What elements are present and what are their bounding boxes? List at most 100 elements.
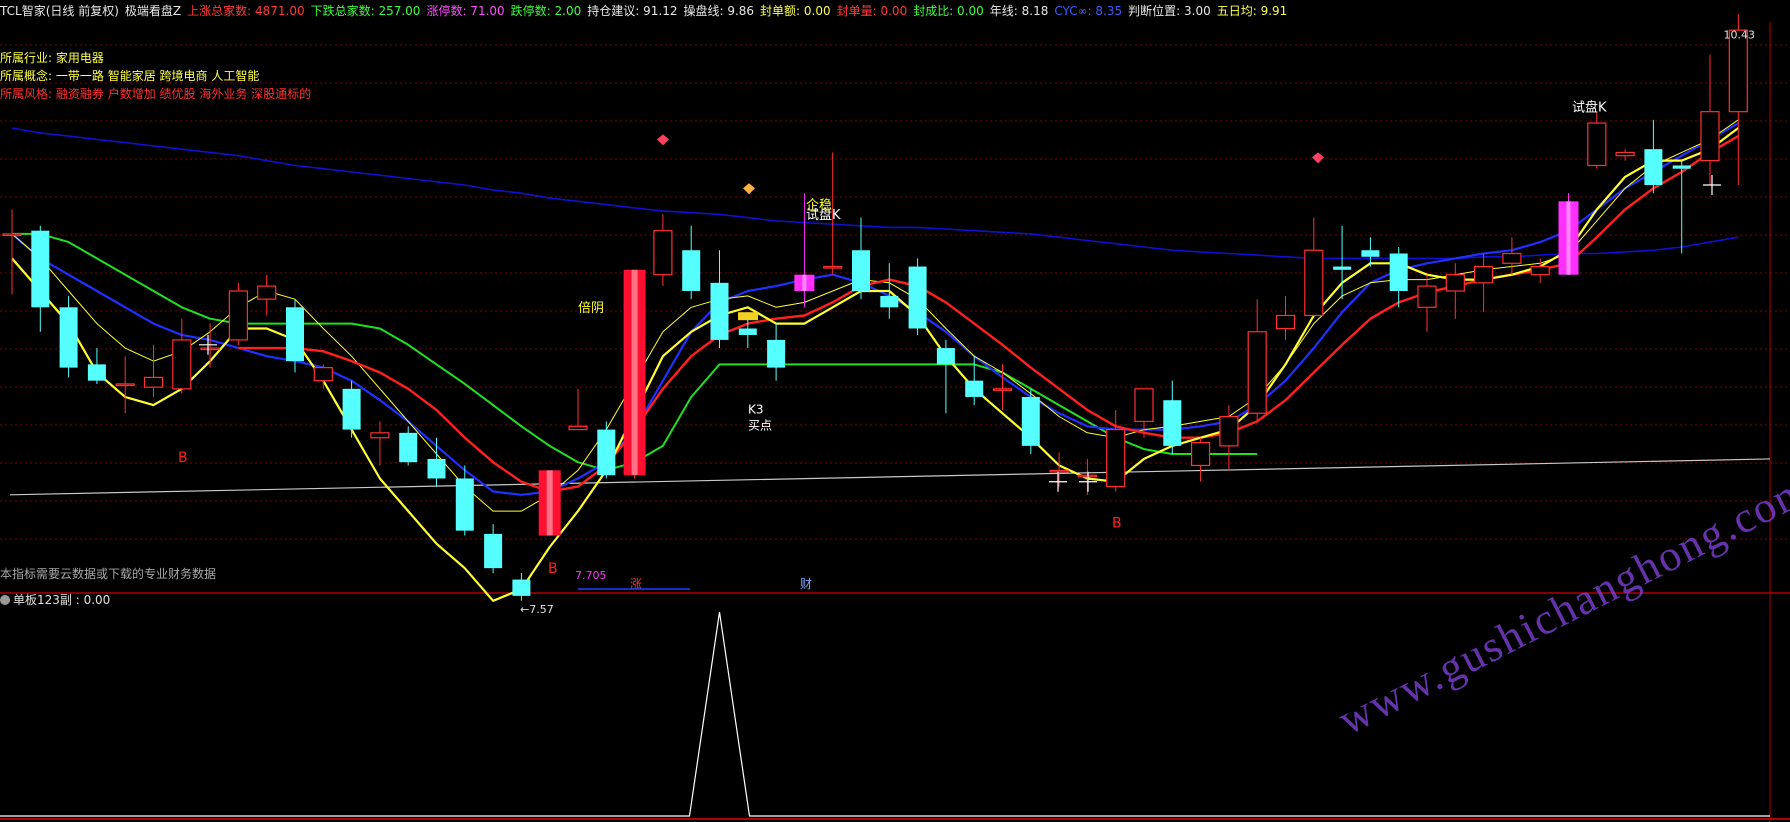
- candle[interactable]: [1473, 253, 1494, 313]
- magenta-highlight: [802, 274, 807, 291]
- candle[interactable]: [597, 421, 616, 479]
- candle[interactable]: [538, 470, 561, 536]
- candle-body-down: [767, 339, 786, 368]
- candle[interactable]: [1700, 54, 1720, 186]
- candle[interactable]: [1163, 380, 1182, 455]
- annotation-signal: B: [548, 561, 558, 577]
- industry-value: 家用电器: [55, 51, 104, 65]
- header-item: 封成比: 0.00: [913, 4, 984, 18]
- candle[interactable]: [653, 214, 673, 287]
- annotation-signal: 试盘K: [1572, 100, 1607, 116]
- candle-body-down: [936, 348, 955, 365]
- candle[interactable]: [1021, 388, 1040, 455]
- header-item: 持仓建议: 91.12: [587, 4, 678, 18]
- candle[interactable]: [484, 524, 503, 574]
- candle-body-up: [1587, 122, 1607, 167]
- candle-body-up: [2, 233, 22, 237]
- candle[interactable]: [852, 217, 870, 300]
- header-item: 跌停数: 2.00: [510, 4, 582, 18]
- candle[interactable]: [342, 380, 361, 438]
- header-item: 上涨总家数: 4871.00: [187, 4, 305, 18]
- candle[interactable]: [2, 209, 22, 295]
- candle[interactable]: [257, 274, 277, 316]
- candle[interactable]: [31, 225, 50, 332]
- concept-label: 所属概念:: [0, 69, 53, 83]
- candle-body-down: [512, 579, 531, 596]
- candle[interactable]: [1190, 437, 1211, 482]
- candle[interactable]: [710, 250, 729, 349]
- candle-body-down: [342, 388, 361, 430]
- candle[interactable]: [370, 421, 390, 466]
- industry-row: 所属行业: 家用电器: [0, 50, 104, 66]
- candle-body-down: [1672, 165, 1691, 169]
- candle-body-up: [1106, 428, 1126, 488]
- signal-markers: 10.43←7.577.705倍阴企稳试盘KK3买点试盘KBBB涨财: [178, 28, 1755, 615]
- candle[interactable]: [200, 323, 220, 368]
- candle-body-up: [1049, 469, 1069, 473]
- kline-chart[interactable]: 10.43←7.577.705倍阴企稳试盘KK3买点试盘KBBB涨财: [0, 0, 1790, 822]
- diamond-icon: [1312, 152, 1324, 164]
- candle[interactable]: [1558, 193, 1579, 275]
- candle-body-down: [880, 295, 899, 308]
- candle-body-up: [257, 285, 277, 300]
- candle-body-down: [738, 328, 757, 336]
- candle[interactable]: [1445, 263, 1465, 319]
- candle[interactable]: [427, 437, 446, 487]
- candle-body-up: [115, 383, 135, 387]
- header-item: 封单额: 0.00: [760, 4, 831, 18]
- candle[interactable]: [1304, 217, 1324, 317]
- candle[interactable]: [143, 344, 164, 397]
- collapse-icon[interactable]: [0, 595, 10, 605]
- annotation-price_label: 10.43: [1724, 28, 1756, 41]
- candle[interactable]: [1644, 119, 1663, 194]
- candle[interactable]: [115, 356, 135, 414]
- candle[interactable]: [908, 258, 927, 336]
- candle-body-down: [1644, 149, 1663, 186]
- year-line: [9, 458, 1771, 496]
- candle-body-up: [1275, 314, 1296, 330]
- candle-body-down: [852, 250, 870, 291]
- concept-row: 所属概念: 一带一路 智能家居 跨境电商 人工智能: [0, 68, 259, 84]
- candle[interactable]: [1417, 274, 1437, 332]
- candle-body-down: [427, 458, 446, 479]
- candle[interactable]: [228, 282, 248, 345]
- candle[interactable]: [1333, 225, 1352, 300]
- candle-body-up: [1247, 331, 1267, 414]
- candle-body-down: [87, 364, 106, 381]
- candle[interactable]: [172, 318, 192, 394]
- candle-body-down: [597, 429, 616, 476]
- annotation-price_label: 7.705: [575, 569, 607, 582]
- candle[interactable]: [1389, 246, 1408, 308]
- candle[interactable]: [512, 573, 531, 601]
- header-item: 下跌总家数: 257.00: [310, 4, 421, 18]
- candle[interactable]: [1275, 295, 1296, 340]
- candle[interactable]: [1219, 405, 1239, 471]
- annotation-signal: 试盘K: [806, 207, 841, 223]
- annotation-signal: 买点: [748, 419, 772, 433]
- blue-ma-line: [11, 122, 1739, 496]
- candle[interactable]: [1587, 111, 1607, 169]
- candle[interactable]: [936, 339, 955, 414]
- header-bar: TCL智家(日线 前复权) 极端看盘Z 上涨总家数: 4871.00 下跌总家数: 2…: [0, 0, 1790, 22]
- candle[interactable]: [59, 295, 78, 378]
- candle[interactable]: [682, 225, 701, 300]
- candle[interactable]: [1247, 299, 1267, 422]
- candle[interactable]: [87, 348, 106, 384]
- candle[interactable]: [623, 269, 646, 479]
- candle[interactable]: [313, 364, 333, 389]
- header-item: TCL智家(日线 前复权): [0, 4, 119, 18]
- candle[interactable]: [1361, 237, 1380, 267]
- header-item: 极端看盘Z: [124, 4, 182, 18]
- candle-body-up: [313, 367, 333, 382]
- candle-body-down: [455, 478, 474, 531]
- candle-body-up: [228, 290, 248, 341]
- price-grid: [0, 22, 1790, 822]
- candle[interactable]: [568, 388, 588, 431]
- candle-body-down: [1163, 400, 1182, 446]
- candle[interactable]: [399, 426, 418, 466]
- candle[interactable]: [767, 323, 786, 381]
- header-item: CYC∞: 8.35: [1054, 4, 1123, 18]
- red-ma-line: [238, 135, 1739, 493]
- cross-marker: [1049, 471, 1067, 492]
- candle[interactable]: [1502, 237, 1522, 275]
